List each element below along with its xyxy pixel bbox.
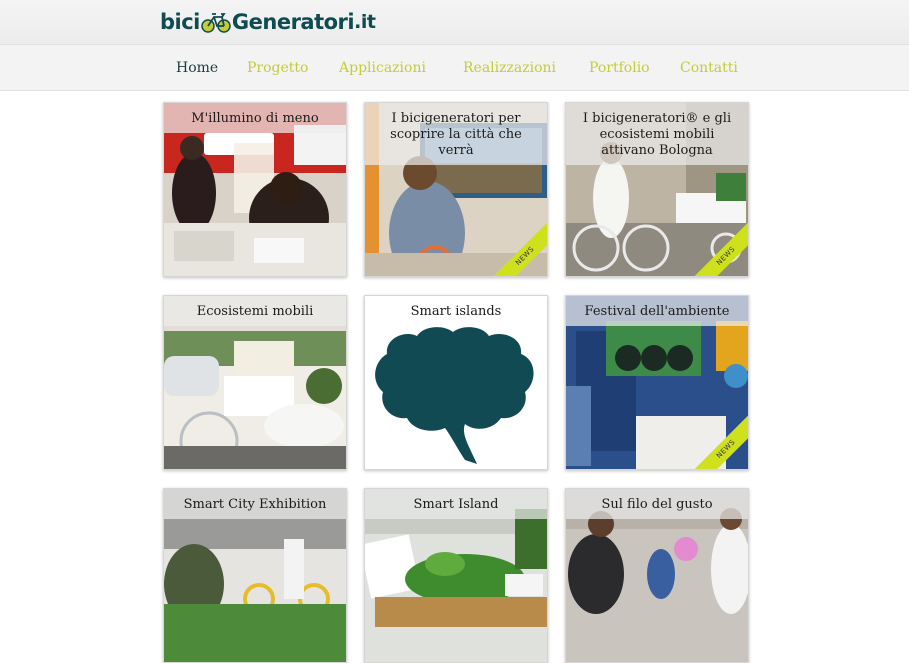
nav-contatti[interactable]: Contatti (680, 60, 738, 76)
tile-smart-island[interactable]: Smart Island (364, 488, 548, 663)
logo-text-generatori: Generatori (231, 10, 355, 34)
top-header: bici Generatori .it (0, 0, 909, 44)
tile-attivano-bologna[interactable]: I bicigeneratori® e gli ecosistemi mobil… (565, 102, 749, 277)
nav-realizzazioni[interactable]: Realizzazioni (463, 60, 556, 76)
tile-title: Smart islands (365, 296, 547, 326)
logo-text-it: .it (354, 11, 376, 33)
tile-title: Smart Island (365, 489, 547, 519)
tile-scoprire-la-citta[interactable]: I bicigeneratori per scoprire la città c… (364, 102, 548, 277)
site-logo[interactable]: bici Generatori .it (160, 8, 376, 36)
tile-title: Sul filo del gusto (566, 489, 748, 519)
logo-text-bici: bici (160, 10, 200, 34)
tile-millumino-di-meno[interactable]: M'illumino di meno (163, 102, 347, 277)
tile-smart-city-exhibition[interactable]: Smart City Exhibition (163, 488, 347, 663)
nav-progetto[interactable]: Progetto (247, 60, 308, 76)
tile-festival-ambiente[interactable]: Festival dell'ambiente NEWS (565, 295, 749, 470)
bicycle-icon (201, 13, 231, 33)
tile-smart-islands[interactable]: Smart islands (364, 295, 548, 470)
tile-title: Festival dell'ambiente (566, 296, 748, 326)
tile-ecosistemi-mobili[interactable]: Ecosistemi mobili (163, 295, 347, 470)
tile-title: I bicigeneratori® e gli ecosistemi mobil… (566, 103, 748, 165)
nav-portfolio[interactable]: Portfolio (589, 60, 650, 76)
tile-title: I bicigeneratori per scoprire la città c… (365, 103, 547, 165)
nav-home[interactable]: Home (176, 60, 218, 76)
tile-title: M'illumino di meno (164, 103, 346, 133)
tile-sul-filo-del-gusto[interactable]: Sul filo del gusto (565, 488, 749, 663)
main-nav: Home Progetto Applicazioni Realizzazioni… (0, 44, 909, 91)
nav-applicazioni[interactable]: Applicazioni (339, 60, 426, 76)
tile-title: Ecosistemi mobili (164, 296, 346, 326)
tile-title: Smart City Exhibition (164, 489, 346, 519)
